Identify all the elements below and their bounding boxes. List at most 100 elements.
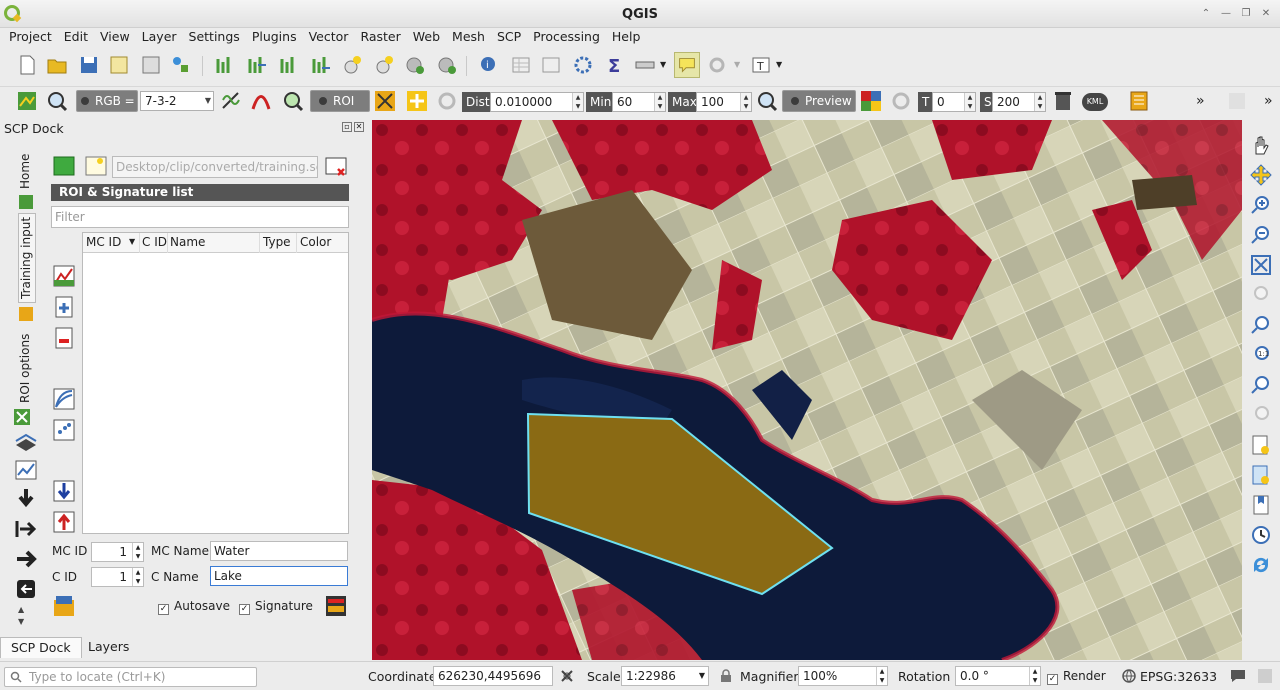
add-layer-icon[interactable] <box>404 54 426 76</box>
style-manager-icon[interactable] <box>170 54 192 76</box>
zoom-out-icon[interactable] <box>1250 224 1272 246</box>
zoom-to-roi-icon[interactable] <box>282 90 304 112</box>
classification-preview-icon[interactable] <box>860 90 882 112</box>
band-calc-side-icon[interactable] <box>14 547 38 571</box>
identify-icon[interactable]: i <box>478 54 500 76</box>
zoom-native-icon[interactable]: 1:1 <box>1250 344 1272 366</box>
menu-settings[interactable]: Settings <box>180 28 240 48</box>
field-calculator-icon[interactable] <box>540 54 562 76</box>
open-project-icon[interactable] <box>46 54 68 76</box>
pan-map-icon[interactable] <box>214 54 236 76</box>
maximize-icon[interactable]: ❐ <box>1238 7 1254 21</box>
text-annotation-icon[interactable]: T <box>750 54 772 76</box>
activate-roi-pointer-icon[interactable] <box>406 90 428 112</box>
tab-home[interactable]: Home <box>18 151 36 191</box>
mc-name-field[interactable]: Water <box>210 541 348 561</box>
status-extra-icon[interactable] <box>1256 667 1274 685</box>
statistics-sum-icon[interactable]: Σ <box>604 54 626 76</box>
reset-training-file-icon[interactable] <box>324 155 348 179</box>
dist-spinbox[interactable]: 0.010000 ▲ ▼ <box>490 92 584 112</box>
tab-layers[interactable]: Layers <box>78 637 139 658</box>
menu-edit[interactable]: Edit <box>55 28 88 48</box>
export-signatures-icon[interactable] <box>52 510 76 534</box>
tab-training-input[interactable]: Training input <box>18 213 36 303</box>
col-type[interactable]: Type <box>263 235 291 249</box>
delete-signature-icon[interactable] <box>52 326 76 350</box>
download-products-icon[interactable] <box>14 487 38 511</box>
roi-toggle-button[interactable]: ROI <box>310 90 370 112</box>
s-spinbox[interactable]: 200 ▲ ▼ <box>992 92 1046 112</box>
toolbar-overflow-button-2[interactable]: » <box>1264 93 1273 109</box>
open-training-file-icon[interactable] <box>84 155 108 177</box>
remove-temp-files-icon[interactable] <box>1052 90 1074 112</box>
roi-signature-table[interactable]: MC ID ▼ C ID Name Type Color <box>82 232 349 534</box>
decorations-dropdown-icon[interactable]: ▼ <box>734 60 740 69</box>
refresh-icon[interactable] <box>1250 554 1272 576</box>
coordinate-field[interactable]: 626230,4495696 <box>433 666 553 686</box>
rgb-toggle-button[interactable]: RGB = <box>76 90 138 112</box>
map-tips-icon[interactable] <box>674 52 700 78</box>
col-name[interactable]: Name <box>170 235 205 249</box>
attribute-table-icon[interactable] <box>510 54 532 76</box>
layout-manager-icon[interactable] <box>140 54 162 76</box>
identify-features-icon[interactable] <box>342 54 364 76</box>
c-name-field[interactable]: Lake <box>210 566 348 586</box>
t-spinbox[interactable]: 0 ▲ ▼ <box>932 92 976 112</box>
pan-to-selection-icon[interactable] <box>246 54 268 76</box>
save-project-icon[interactable] <box>78 54 100 76</box>
render-checkbox[interactable]: ✓ Render <box>1047 669 1106 685</box>
zoom-full-icon[interactable] <box>1250 254 1272 276</box>
menu-help[interactable]: Help <box>603 28 641 48</box>
merge-signatures-icon[interactable] <box>52 295 76 319</box>
menu-raster[interactable]: Raster <box>351 28 400 48</box>
col-mc-id[interactable]: MC ID <box>86 235 121 249</box>
create-roi-polygon-icon[interactable] <box>374 90 396 112</box>
menu-plugins[interactable]: Plugins <box>243 28 297 48</box>
preprocessing-icon[interactable] <box>14 431 38 453</box>
scp-logo-icon[interactable] <box>16 90 38 112</box>
menu-project[interactable]: Project <box>0 28 52 48</box>
menu-view[interactable]: View <box>91 28 130 48</box>
new-training-file-icon[interactable] <box>52 155 76 177</box>
col-color[interactable]: Color <box>300 235 331 249</box>
add-vector-layer-icon[interactable] <box>436 54 458 76</box>
menu-web[interactable]: Web <box>404 28 440 48</box>
decorations-icon[interactable] <box>706 54 728 76</box>
rgb-combo[interactable]: 7-3-2 ▼ <box>140 91 214 111</box>
max-spinbox[interactable]: 100 ▲ ▼ <box>696 92 752 112</box>
zoom-to-selection-icon[interactable] <box>278 54 300 76</box>
local-std-stretch-icon[interactable] <box>250 90 272 112</box>
crs-label[interactable]: EPSG:32633 <box>1140 669 1217 684</box>
dock-close-icon[interactable]: ✕ <box>354 122 364 132</box>
autosave-checkbox[interactable]: ✓ Autosave <box>158 599 230 615</box>
menu-scp[interactable]: SCP <box>488 28 521 48</box>
new-print-layout-icon[interactable] <box>108 54 130 76</box>
roll-up-icon[interactable]: ⌃ <box>1198 7 1214 21</box>
scatter-plot-icon[interactable] <box>52 418 76 442</box>
postprocessing-icon[interactable] <box>14 517 38 541</box>
toggle-extents-icon[interactable] <box>560 669 574 683</box>
menu-processing[interactable]: Processing <box>524 28 600 48</box>
pan-hand-icon[interactable] <box>1250 134 1272 156</box>
toolbar-extra-icon[interactable] <box>1226 90 1248 112</box>
new-map-view-icon[interactable] <box>1250 434 1272 456</box>
kml-export-button[interactable]: KML <box>1082 93 1108 111</box>
redo-roi-icon[interactable] <box>436 90 458 112</box>
preview-toggle-button[interactable]: Preview <box>782 90 856 112</box>
import-signatures-icon[interactable] <box>52 479 76 503</box>
redo-preview-icon[interactable] <box>890 90 912 112</box>
zoom-selection-icon[interactable] <box>1250 284 1272 306</box>
measure-icon[interactable] <box>374 54 396 76</box>
c-id-spinbox[interactable]: 1 ▲ ▼ <box>91 567 144 587</box>
band-calc-icon[interactable] <box>1128 90 1150 112</box>
tab-scp-dock[interactable]: SCP Dock <box>0 637 82 658</box>
signature-checkbox[interactable]: ✓ Signature <box>239 599 313 615</box>
spectral-plot-icon[interactable] <box>52 387 76 411</box>
crs-globe-icon[interactable] <box>1122 669 1136 683</box>
new-3d-view-icon[interactable] <box>1250 464 1272 486</box>
tab-roi-options[interactable]: ROI options <box>18 327 36 409</box>
measure-line-icon[interactable] <box>634 54 656 76</box>
zoom-next-icon[interactable] <box>1250 404 1272 426</box>
pan-to-selection-map-icon[interactable] <box>1250 164 1272 186</box>
menu-mesh[interactable]: Mesh <box>443 28 485 48</box>
